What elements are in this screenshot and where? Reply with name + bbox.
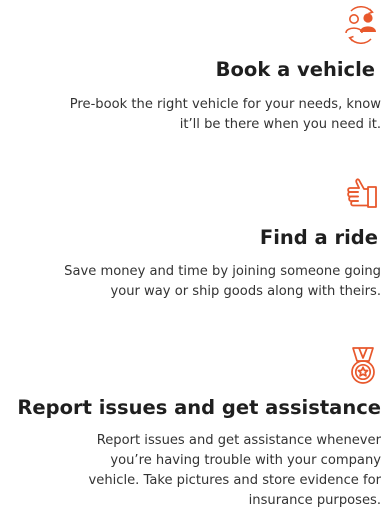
feature-book-vehicle: Book a vehicle Pre-book the right vehicl… (0, 6, 381, 135)
feature-description: Save money and time by joining someone g… (64, 264, 381, 299)
feature-title: Book a vehicle (215, 58, 375, 81)
feature-report-issues: Report issues and get assistance Report … (0, 346, 381, 511)
feature-description: Report issues and get assistance wheneve… (88, 433, 381, 508)
hand-thumbs-up-icon (347, 178, 377, 208)
feature-title: Find a ride (259, 226, 378, 249)
feature-find-ride: Find a ride Save money and time by joini… (0, 177, 381, 302)
feature-description: Pre-book the right vehicle for your need… (69, 97, 381, 132)
user-swap-icon (345, 6, 376, 44)
feature-title: Report issues and get assistance (17, 396, 381, 419)
medal-icon (351, 347, 375, 384)
